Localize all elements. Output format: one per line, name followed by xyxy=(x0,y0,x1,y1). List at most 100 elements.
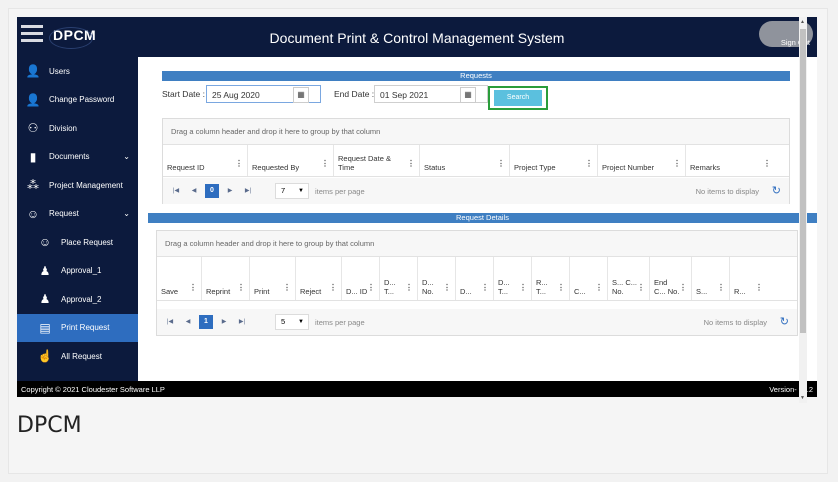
column-menu-icon[interactable]: ⋮ xyxy=(755,283,763,292)
column-header-label: D... T... xyxy=(384,278,396,296)
last-page-icon[interactable]: ▶| xyxy=(235,315,249,329)
first-page-icon[interactable]: |◀ xyxy=(169,184,183,198)
column-header[interactable]: D... T... ⋮ xyxy=(493,257,531,300)
column-header[interactable]: Status ⋮ xyxy=(419,145,509,176)
first-page-icon[interactable]: |◀ xyxy=(163,315,177,329)
column-header[interactable]: R... T... ⋮ xyxy=(531,257,569,300)
column-menu-icon[interactable]: ⋮ xyxy=(497,159,505,168)
sidebar-item-project-management[interactable]: ⁂ Project Management xyxy=(17,171,138,200)
column-menu-icon[interactable]: ⋮ xyxy=(405,283,413,292)
print-icon: ▤ xyxy=(39,320,51,335)
next-page-icon[interactable]: ▶ xyxy=(223,184,237,198)
column-header[interactable]: Project Number ⋮ xyxy=(597,145,685,176)
main-content: Requests Start Date : 25 Aug 2020 ▦ End … xyxy=(148,17,817,381)
sidebar-item-place-request[interactable]: ☺ Place Request xyxy=(17,228,138,257)
chevron-down-icon[interactable]: ⌄ xyxy=(123,152,130,161)
sidebar-item-approval-2[interactable]: ♟ Approval_2 xyxy=(17,285,138,314)
column-menu-icon[interactable]: ⋮ xyxy=(367,283,375,292)
column-header[interactable]: D... ⋮ xyxy=(455,257,493,300)
start-date-input[interactable]: 25 Aug 2020 ▦ xyxy=(206,85,321,103)
sidebar-item-label: All Request xyxy=(61,351,102,361)
page-size-value: 5 xyxy=(281,317,286,326)
page-size-select[interactable]: 7 ▼ xyxy=(275,183,309,199)
user-icon: 👤 xyxy=(25,92,41,107)
column-header[interactable]: Reject ⋮ xyxy=(295,257,341,300)
column-header[interactable]: D... No. ⋮ xyxy=(417,257,455,300)
column-header[interactable]: S... C... No. ⋮ xyxy=(607,257,649,300)
sidebar-item-request[interactable]: ☺ Request ⌄ xyxy=(17,200,138,229)
column-header[interactable]: Request Date & Time ⋮ xyxy=(333,145,419,176)
sidebar-item-documents[interactable]: ▮ Documents ⌄ xyxy=(17,143,138,172)
prev-page-icon[interactable]: ◀ xyxy=(187,184,201,198)
column-menu-icon[interactable]: ⋮ xyxy=(481,283,489,292)
column-menu-icon[interactable]: ⋮ xyxy=(557,283,565,292)
column-header[interactable]: C... ⋮ xyxy=(569,257,607,300)
column-menu-icon[interactable]: ⋮ xyxy=(329,283,337,292)
sidebar-item-approval-1[interactable]: ♟ Approval_1 xyxy=(17,257,138,286)
column-menu-icon[interactable]: ⋮ xyxy=(283,283,291,292)
search-button[interactable]: Search xyxy=(494,90,542,106)
column-menu-icon[interactable]: ⋮ xyxy=(717,283,725,292)
scroll-up-icon[interactable]: ▲ xyxy=(800,19,805,25)
calendar-icon[interactable]: ▦ xyxy=(460,87,476,103)
column-header[interactable]: End C... No. ⋮ xyxy=(649,257,691,300)
current-page-button[interactable]: 1 xyxy=(199,315,213,329)
refresh-icon[interactable]: ↻ xyxy=(772,184,781,197)
chevron-down-icon: ▼ xyxy=(298,319,304,325)
start-date-label: Start Date : xyxy=(162,89,205,99)
column-header[interactable]: Project Type ⋮ xyxy=(509,145,597,176)
column-header[interactable]: Reprint ⋮ xyxy=(201,257,249,300)
column-header[interactable]: D... ID ⋮ xyxy=(341,257,379,300)
sidebar-item-division[interactable]: ⚇ Division xyxy=(17,114,138,143)
scrollbar-thumb[interactable] xyxy=(800,29,806,333)
column-menu-icon[interactable]: ⋮ xyxy=(443,283,451,292)
current-page-button[interactable]: 0 xyxy=(205,184,219,198)
request-details-header: Request Details xyxy=(148,213,817,223)
sidebar-item-all-request[interactable]: ☝ All Request xyxy=(17,342,138,371)
caption: DPCM xyxy=(17,413,82,438)
page-scrollbar[interactable]: ▲ ▼ xyxy=(799,17,807,403)
last-page-icon[interactable]: ▶| xyxy=(241,184,255,198)
column-menu-icon[interactable]: ⋮ xyxy=(237,283,245,292)
requests-grid-header: Request ID ⋮ Requested By ⋮ Request Date & T… xyxy=(163,145,789,177)
copyright-text: Copyright © 2021 Cloudester Software LLP xyxy=(21,385,165,394)
sidebar-item-users[interactable]: 👤 Users xyxy=(17,57,138,86)
chevron-down-icon[interactable]: ⌄ xyxy=(123,209,130,218)
sidebar-item-change-password[interactable]: 👤 Change Password xyxy=(17,86,138,115)
column-header[interactable]: Save ⋮ xyxy=(157,257,201,300)
column-header[interactable]: S... ⋮ xyxy=(691,257,729,300)
next-page-icon[interactable]: ▶ xyxy=(217,315,231,329)
calendar-icon[interactable]: ▦ xyxy=(293,87,309,103)
prev-page-icon[interactable]: ◀ xyxy=(181,315,195,329)
column-header-label: Print xyxy=(254,287,270,296)
column-header[interactable]: Remarks ⋮ xyxy=(685,145,775,176)
column-menu-icon[interactable]: ⋮ xyxy=(321,159,329,168)
column-menu-icon[interactable]: ⋮ xyxy=(407,159,415,168)
column-menu-icon[interactable]: ⋮ xyxy=(585,159,593,168)
date-filters: Start Date : 25 Aug 2020 ▦ End Date : 01… xyxy=(162,85,662,105)
group-drop-area[interactable]: Drag a column header and drop it here to… xyxy=(157,231,797,257)
column-menu-icon[interactable]: ⋮ xyxy=(519,283,527,292)
column-menu-icon[interactable]: ⋮ xyxy=(679,283,687,292)
refresh-icon[interactable]: ↻ xyxy=(780,315,789,328)
column-header[interactable]: D... T... ⋮ xyxy=(379,257,417,300)
column-menu-icon[interactable]: ⋮ xyxy=(595,283,603,292)
scroll-down-icon[interactable]: ▼ xyxy=(800,395,805,401)
column-header[interactable]: Requested By ⋮ xyxy=(247,145,333,176)
column-header[interactable]: Print ⋮ xyxy=(249,257,295,300)
column-header[interactable]: Request ID ⋮ xyxy=(163,145,247,176)
end-date-input[interactable]: 01 Sep 2021 ▦ xyxy=(374,85,488,103)
column-menu-icon[interactable]: ⋮ xyxy=(673,159,681,168)
group-drop-area[interactable]: Drag a column header and drop it here to… xyxy=(163,119,789,145)
sidebar-item-label: Change Password xyxy=(49,95,115,105)
column-menu-icon[interactable]: ⋮ xyxy=(235,159,243,168)
pager-info: No items to display xyxy=(703,318,767,327)
column-header[interactable]: R... ⋮ xyxy=(729,257,767,300)
column-menu-icon[interactable]: ⋮ xyxy=(763,159,771,168)
page-size-select[interactable]: 5 ▼ xyxy=(275,314,309,330)
sidebar-item-label: Division xyxy=(49,123,78,133)
end-date-label: End Date : xyxy=(334,89,375,99)
column-menu-icon[interactable]: ⋮ xyxy=(637,283,645,292)
column-menu-icon[interactable]: ⋮ xyxy=(189,283,197,292)
sidebar-item-print-request[interactable]: ▤ Print Request xyxy=(17,313,138,342)
